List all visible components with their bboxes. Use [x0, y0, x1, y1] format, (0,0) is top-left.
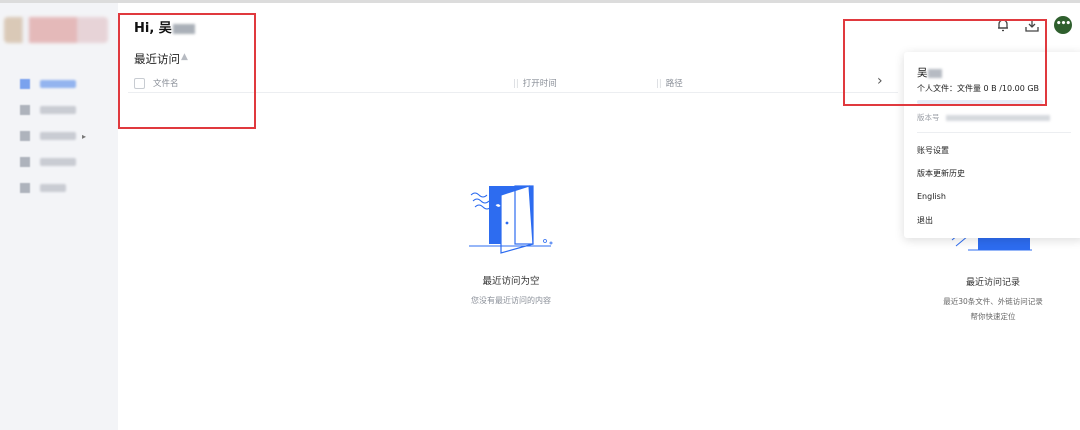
version-info: 版本号: [917, 112, 1050, 123]
download-icon[interactable]: [1024, 17, 1040, 33]
sidebar-item-trash[interactable]: [20, 181, 80, 195]
empty-state-subtitle: 您没有最近访问的内容: [471, 296, 551, 305]
trash-icon: [20, 183, 30, 193]
empty-door-illustration: [469, 185, 553, 254]
select-all-checkbox[interactable]: [134, 78, 145, 89]
menu-item-logout[interactable]: 退出: [917, 215, 933, 226]
sidebar-item-label: [40, 132, 76, 140]
greeting-text: Hi, 吴: [134, 21, 172, 36]
sidebar-item-recent[interactable]: [20, 103, 80, 117]
column-header-open-time[interactable]: || 打开时间: [513, 77, 557, 89]
files-icon: [20, 79, 30, 89]
menu-item-account-settings[interactable]: 账号设置: [917, 145, 949, 156]
sidebar-item-label: [40, 106, 76, 114]
top-border: [0, 0, 1080, 3]
recent-icon: [20, 105, 30, 115]
menu-item-language[interactable]: English: [917, 192, 946, 201]
version-label: 版本号: [917, 113, 940, 122]
team-icon: [20, 157, 30, 167]
redacted-name: [927, 68, 942, 78]
feature-tip-title: 最近访问记录: [965, 278, 1020, 288]
sidebar-item-label: [40, 80, 76, 88]
redacted-version: [945, 115, 1050, 121]
redacted-name: [172, 23, 195, 34]
bell-icon[interactable]: [995, 17, 1011, 33]
section-title: 最近访问: [134, 52, 180, 66]
shared-icon: [20, 131, 30, 141]
feature-tip-line: 最近30条文件、外链访问记录: [943, 297, 1043, 306]
chevron-right-icon[interactable]: ›: [877, 73, 883, 89]
feature-tip-line: 帮你快速定位: [970, 312, 1016, 321]
column-header-path[interactable]: || 路径: [656, 77, 683, 89]
sidebar-item-label: [40, 184, 66, 192]
column-divider[interactable]: ||: [513, 79, 519, 89]
column-header-filename[interactable]: 文件名: [153, 77, 179, 89]
column-header-label: 打开时间: [522, 79, 557, 89]
sidebar-item-files[interactable]: [20, 77, 80, 91]
sidebar-item-label: [40, 158, 76, 166]
sidebar-item-shared[interactable]: [20, 129, 80, 143]
menu-item-version-history[interactable]: 版本更新历史: [917, 168, 965, 179]
column-header-label: 路径: [665, 79, 683, 89]
user-menu-dropdown: 吴 个人文件：文件量 0 B /10.00 GB 版本号 账号设置 版本更新历史…: [904, 52, 1080, 238]
logo[interactable]: [4, 17, 108, 43]
column-divider[interactable]: ||: [656, 79, 662, 89]
chevron-right-icon[interactable]: ▸: [82, 132, 86, 141]
sidebar-item-team[interactable]: [20, 155, 80, 169]
storage-usage-text: 个人文件：文件量 0 B /10.00 GB: [917, 84, 1040, 93]
user-name: 吴: [917, 65, 942, 80]
pin-icon[interactable]: ▲: [181, 52, 188, 62]
storage-progress-bar: [917, 100, 1043, 104]
page-title: Hi, 吴: [134, 17, 195, 36]
sidebar: ▸: [0, 3, 118, 430]
user-name-text: 吴: [917, 67, 928, 79]
table-header-divider: [128, 92, 898, 93]
menu-divider: [917, 132, 1071, 133]
avatar[interactable]: •••: [1054, 16, 1072, 34]
empty-state-title: 最近访问为空: [482, 276, 540, 287]
